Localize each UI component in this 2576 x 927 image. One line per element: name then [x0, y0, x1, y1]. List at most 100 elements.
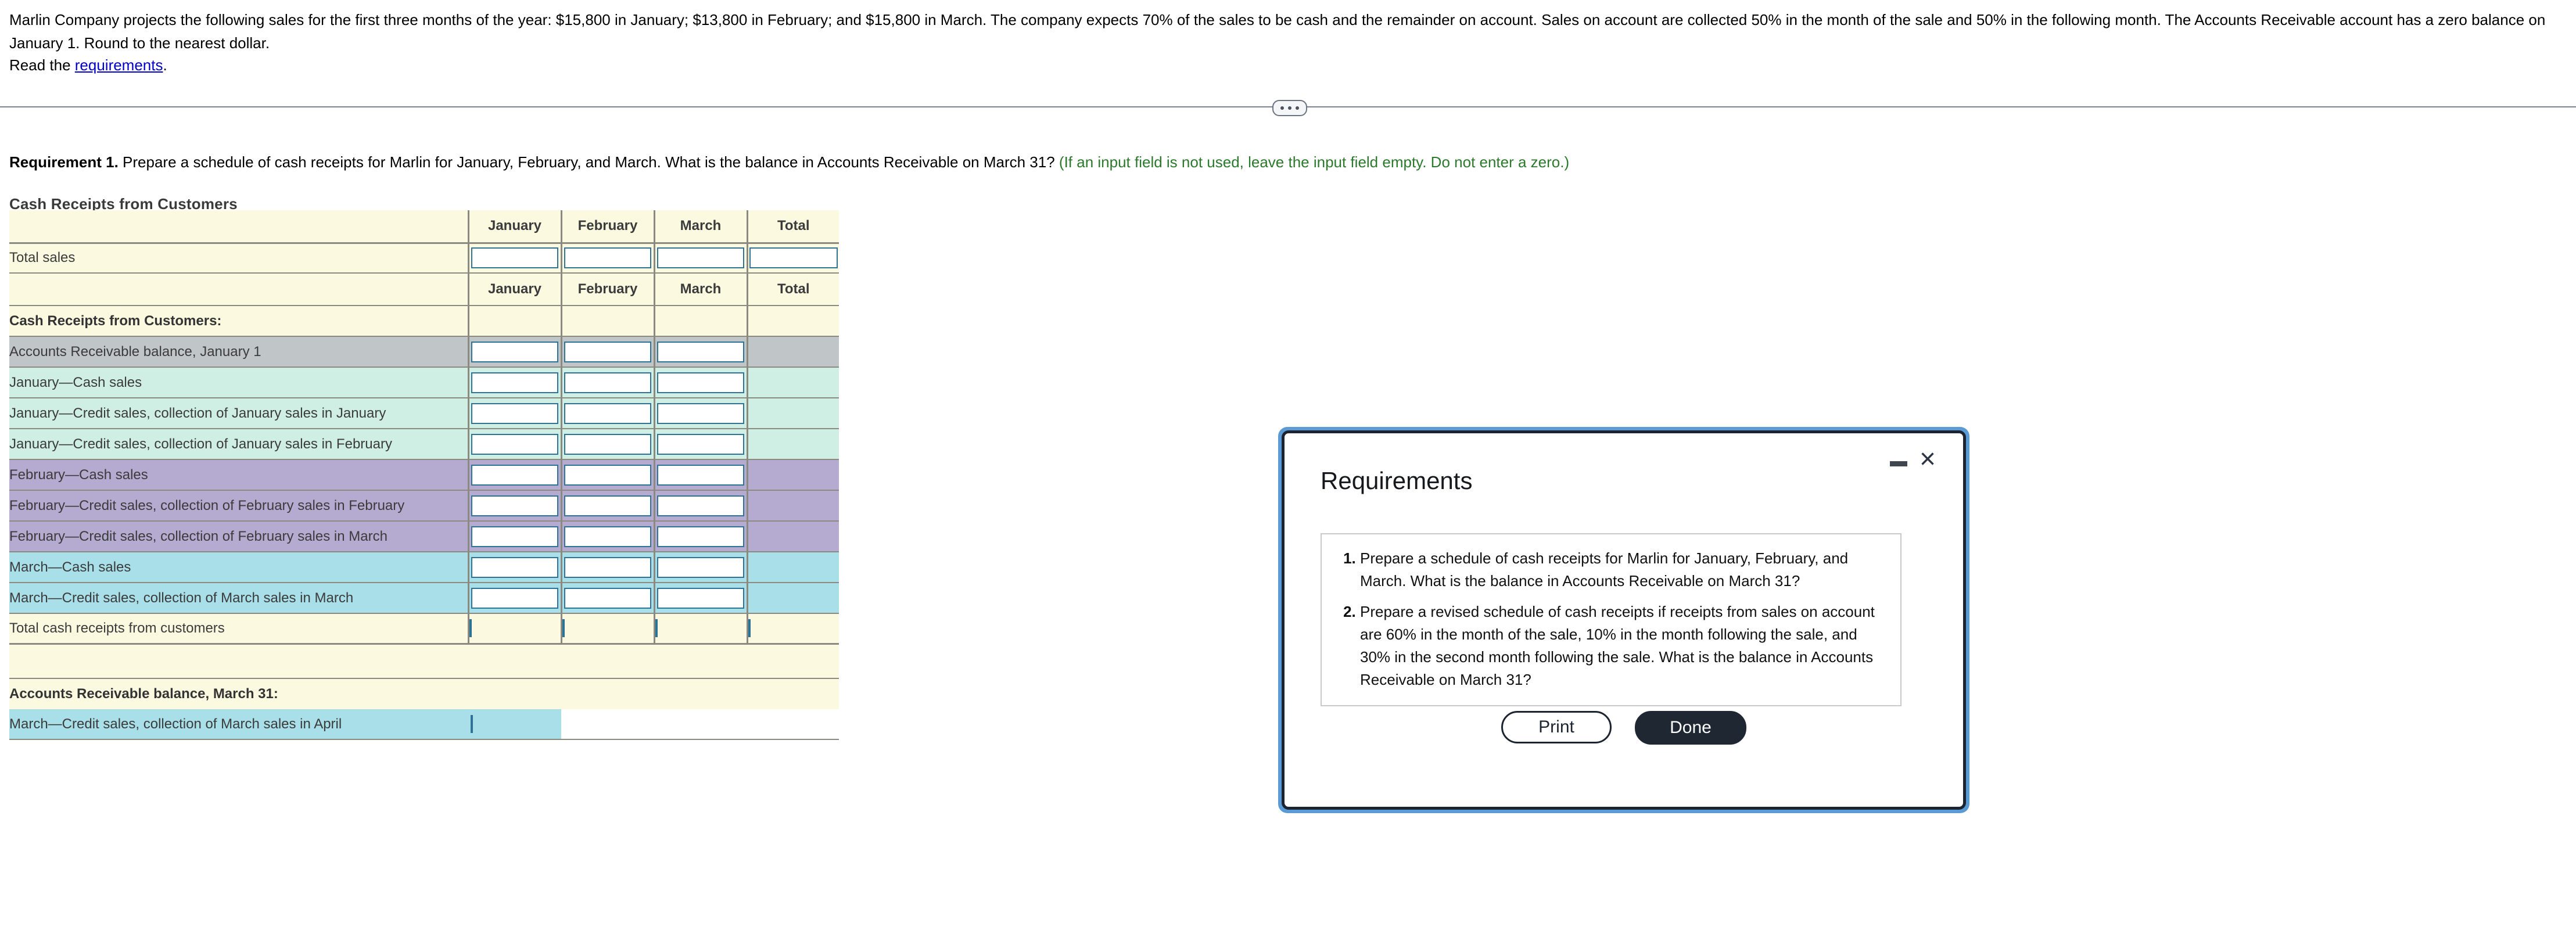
list-item: Prepare a schedule of cash receipts for …	[1360, 547, 1885, 592]
requirements-list: Prepare a schedule of cash receipts for …	[1333, 547, 1885, 691]
input-march[interactable]	[657, 433, 744, 455]
input-january[interactable]	[471, 372, 558, 393]
cell-total-sales-march	[653, 243, 747, 274]
cell-total	[746, 583, 839, 614]
cell-march	[653, 459, 747, 491]
cell-february	[560, 490, 654, 522]
input-march[interactable]	[657, 464, 744, 486]
input-march[interactable]	[657, 403, 744, 424]
table-row: Accounts Receivable balance, January 1	[9, 336, 839, 368]
input-total-receipts-march[interactable]	[655, 619, 658, 637]
table-row-total-receipts: Total cash receipts from customers	[9, 613, 839, 645]
input-march[interactable]	[657, 526, 744, 547]
cell-february	[560, 552, 654, 583]
cell-total-sales-total	[746, 243, 839, 274]
input-january[interactable]	[471, 495, 558, 516]
input-total-sales-total[interactable]	[749, 247, 838, 269]
close-icon[interactable]: ×	[1914, 445, 1941, 473]
input-january[interactable]	[471, 433, 558, 455]
row-label-section: Cash Receipts from Customers:	[9, 306, 468, 337]
input-february[interactable]	[564, 556, 651, 578]
input-total-sales-february[interactable]	[564, 247, 651, 269]
input-january[interactable]	[471, 403, 558, 424]
column-header-total: Total	[746, 210, 839, 244]
done-button[interactable]: Done	[1635, 711, 1746, 745]
table-subheader-row: January February March Total	[9, 273, 839, 306]
input-total-sales-january[interactable]	[471, 247, 558, 269]
input-february[interactable]	[564, 403, 651, 424]
minimize-icon[interactable]	[1890, 461, 1907, 466]
input-march[interactable]	[657, 556, 744, 578]
input-february[interactable]	[564, 464, 651, 486]
cell-february	[560, 367, 654, 398]
cell-total	[746, 429, 839, 460]
cell-total	[746, 459, 839, 491]
table-row: February—Credit sales, collection of Feb…	[9, 490, 839, 522]
panel-collapse-handle[interactable]	[1272, 100, 1307, 116]
dialog-button-row: Print Done	[1285, 711, 1963, 745]
cell-february	[560, 429, 654, 460]
input-ar-april[interactable]	[471, 714, 473, 733]
input-march[interactable]	[657, 341, 744, 362]
input-january[interactable]	[471, 526, 558, 547]
cell-january	[467, 552, 561, 583]
input-february[interactable]	[564, 526, 651, 547]
input-total-receipts-january[interactable]	[469, 619, 472, 637]
print-button[interactable]: Print	[1501, 711, 1612, 743]
requirement-heading: Requirement 1. Prepare a schedule of cas…	[9, 153, 1569, 171]
input-february[interactable]	[564, 495, 651, 516]
page-root: Marlin Company projects the following sa…	[0, 0, 2576, 927]
input-march[interactable]	[657, 587, 744, 609]
row-label-ar-balance: Accounts Receivable balance, March 31:	[9, 678, 839, 709]
table-row: January—Credit sales, collection of Janu…	[9, 398, 839, 429]
cell-march	[653, 490, 747, 522]
input-january[interactable]	[471, 587, 558, 609]
cell-march	[653, 367, 747, 398]
cell-ar-blank-total	[747, 709, 839, 740]
table-row: January—Cash sales	[9, 367, 839, 398]
cell-march	[653, 429, 747, 460]
cell-total	[746, 336, 839, 368]
input-total-receipts-total[interactable]	[748, 619, 751, 637]
cell-total-receipts-total	[746, 613, 839, 645]
input-january[interactable]	[471, 556, 558, 578]
cell-total	[746, 398, 839, 429]
section-cell-march	[653, 306, 747, 337]
table-row: February—Credit sales, collection of Feb…	[9, 521, 839, 552]
row-label-total-sales: Total sales	[9, 243, 468, 274]
read-suffix: .	[163, 56, 167, 74]
row-label-total-receipts: Total cash receipts from customers	[9, 613, 468, 645]
input-total-receipts-february[interactable]	[562, 619, 565, 637]
requirements-link[interactable]: requirements	[75, 56, 163, 74]
requirement-hint: (If an input field is not used, leave th…	[1059, 153, 1570, 171]
input-january[interactable]	[471, 464, 558, 486]
row-label: March—Cash sales	[9, 552, 468, 583]
table-row: March—Cash sales	[9, 552, 839, 583]
cell-january	[467, 459, 561, 491]
cell-ar-blank-february	[561, 709, 654, 740]
cell-total	[746, 521, 839, 552]
input-march[interactable]	[657, 495, 744, 516]
cell-march	[653, 521, 747, 552]
row-label: January—Cash sales	[9, 367, 468, 398]
row-label: January—Credit sales, collection of Janu…	[9, 429, 468, 460]
cell-total	[746, 367, 839, 398]
section-cell-total	[746, 306, 839, 337]
input-january[interactable]	[471, 341, 558, 362]
input-total-sales-march[interactable]	[657, 247, 744, 269]
input-february[interactable]	[564, 372, 651, 393]
table-row-ar-balance-input: March—Credit sales, collection of March …	[9, 709, 839, 740]
cell-total-sales-january	[467, 243, 561, 274]
cell-total-sales-february	[560, 243, 654, 274]
table-header-row: January February March Total	[9, 210, 839, 244]
row-label: Accounts Receivable balance, January 1	[9, 336, 468, 368]
input-february[interactable]	[564, 587, 651, 609]
cell-total	[746, 490, 839, 522]
input-february[interactable]	[564, 433, 651, 455]
column-header-march: March	[653, 210, 747, 244]
input-march[interactable]	[657, 372, 744, 393]
input-february[interactable]	[564, 341, 651, 362]
table-row: February—Cash sales	[9, 459, 839, 491]
cell-ar-blank-march	[654, 709, 747, 740]
cell-january	[467, 490, 561, 522]
